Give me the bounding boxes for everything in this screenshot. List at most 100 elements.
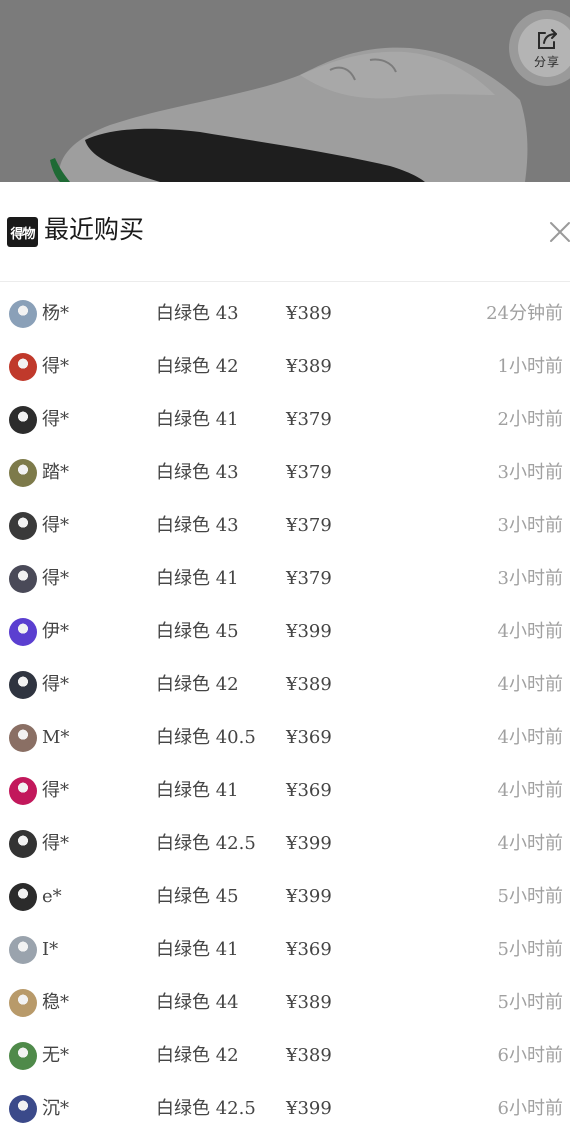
buyer-avatar [9,618,37,646]
purchase-time: 3小时前 [497,462,563,483]
product-spec: 白绿色 43 [156,303,239,324]
sheet-header: 得物 最近购买 [0,182,570,282]
purchase-time: 3小时前 [497,568,563,589]
product-spec: 白绿色 42 [156,1045,239,1066]
purchase-time: 4小时前 [497,727,563,748]
purchase-row: 得* 白绿色 42.5 ¥399 4小时前 [0,818,570,871]
purchase-row: M* 白绿色 40.5 ¥369 4小时前 [0,712,570,765]
buyer-name: 得* [42,409,69,430]
purchase-row: 得* 白绿色 42 ¥389 1小时前 [0,341,570,394]
close-icon [550,222,570,242]
buyer-avatar [9,724,37,752]
price: ¥399 [286,1098,332,1119]
buyer-name: 杨* [42,303,69,324]
purchase-time: 3小时前 [497,515,563,536]
buyer-name: 得* [42,356,69,377]
purchase-time: 24分钟前 [486,303,563,324]
sheet-title: 最近购买 [44,215,145,244]
buyer-avatar [9,1042,37,1070]
purchase-row: 得* 白绿色 43 ¥379 3小时前 [0,500,570,553]
purchase-time: 4小时前 [497,833,563,854]
product-spec: 白绿色 45 [156,621,239,642]
purchase-row: 无* 白绿色 42 ¥389 6小时前 [0,1030,570,1083]
product-spec: 白绿色 40.5 [156,727,256,748]
buyer-name: 得* [42,568,69,589]
purchase-row: e* 白绿色 45 ¥399 5小时前 [0,871,570,924]
share-label: 分享 [533,55,560,69]
buyer-avatar [9,671,37,699]
purchase-time: 5小时前 [497,939,563,960]
close-button[interactable] [548,220,570,244]
purchase-row: 得* 白绿色 42 ¥389 4小时前 [0,659,570,712]
product-spec: 白绿色 41 [156,780,239,801]
product-hero: 分享 [0,0,570,182]
brand-logo: 得物 [7,217,38,247]
buyer-name: 伊* [42,621,69,642]
price: ¥379 [286,409,332,430]
buyer-avatar [9,830,37,858]
buyer-name: 稳* [42,992,69,1013]
product-spec: 白绿色 41 [156,568,239,589]
product-spec: 白绿色 41 [156,939,239,960]
purchase-row: 得* 白绿色 41 ¥379 3小时前 [0,553,570,606]
price: ¥389 [286,674,332,695]
purchase-row: I* 白绿色 41 ¥369 5小时前 [0,924,570,977]
product-shoe-image [50,47,528,182]
purchase-time: 4小时前 [497,621,563,642]
buyer-name: I* [42,939,59,960]
product-spec: 白绿色 41 [156,409,239,430]
buyer-name: 沉* [42,1098,69,1119]
price: ¥369 [286,939,332,960]
purchase-row: 稳* 白绿色 44 ¥389 5小时前 [0,977,570,1030]
purchase-time: 1小时前 [497,356,563,377]
price: ¥379 [286,515,332,536]
purchase-time: 2小时前 [497,409,563,430]
buyer-avatar [9,1095,37,1123]
product-spec: 白绿色 42 [156,674,239,695]
price: ¥369 [286,780,332,801]
buyer-avatar [9,777,37,805]
price: ¥389 [286,1045,332,1066]
buyer-name: 得* [42,780,69,801]
product-spec: 白绿色 43 [156,462,239,483]
brand-logo-text: 得物 [10,226,35,242]
product-spec: 白绿色 45 [156,886,239,907]
buyer-name: 得* [42,515,69,536]
product-spec: 白绿色 42.5 [156,1098,256,1119]
purchase-time: 6小时前 [497,1098,563,1119]
purchase-time: 6小时前 [497,1045,563,1066]
price: ¥389 [286,992,332,1013]
purchase-row: 得* 白绿色 41 ¥379 2小时前 [0,394,570,447]
price: ¥399 [286,621,332,642]
price: ¥379 [286,568,332,589]
buyer-name: 得* [42,674,69,695]
product-spec: 白绿色 42.5 [156,833,256,854]
buyer-name: e* [42,886,62,907]
price: ¥389 [286,303,332,324]
product-spec: 白绿色 43 [156,515,239,536]
purchase-time: 5小时前 [497,992,563,1013]
buyer-avatar [9,459,37,487]
purchase-time: 5小时前 [497,886,563,907]
price: ¥379 [286,462,332,483]
purchase-list: 杨* 白绿色 43 ¥389 24分钟前 得* 白绿色 42 ¥389 1小时前 得* 白绿色 4… [0,282,570,1128]
buyer-avatar [9,406,37,434]
buyer-avatar [9,989,37,1017]
purchase-row: 沉* 白绿色 42.5 ¥399 6小时前 [0,1083,570,1128]
purchase-time: 4小时前 [497,780,563,801]
buyer-avatar [9,565,37,593]
purchase-row: 杨* 白绿色 43 ¥389 24分钟前 [0,288,570,341]
buyer-name: 无* [42,1045,69,1066]
purchase-time: 4小时前 [497,674,563,695]
purchase-row: 伊* 白绿色 45 ¥399 4小时前 [0,606,570,659]
product-spec: 白绿色 42 [156,356,239,377]
buyer-name: 踏* [42,462,69,483]
product-spec: 白绿色 44 [156,992,239,1013]
buyer-avatar [9,512,37,540]
price: ¥389 [286,356,332,377]
buyer-avatar [9,936,37,964]
buyer-avatar [9,300,37,328]
buyer-avatar [9,353,37,381]
price: ¥369 [286,727,332,748]
purchase-row: 得* 白绿色 41 ¥369 4小时前 [0,765,570,818]
